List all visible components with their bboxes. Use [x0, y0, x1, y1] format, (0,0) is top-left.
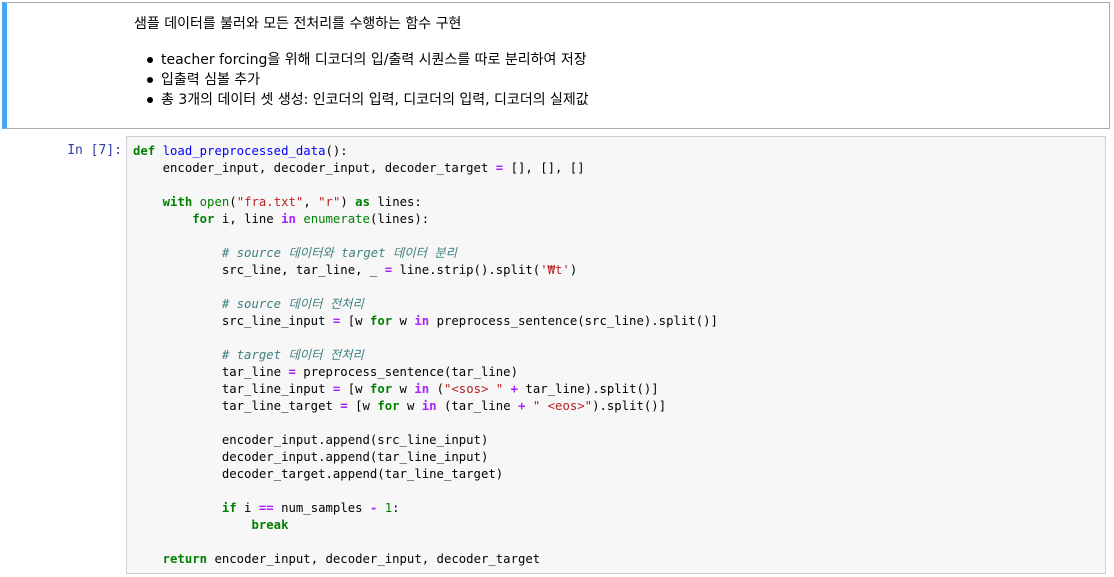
code-line: src_line_input = [w for w in preprocess_…	[133, 314, 718, 328]
list-item: 총 3개의 데이터 셋 생성: 인코더의 입력, 디코더의 입력, 디코더의 실…	[147, 90, 589, 110]
list-item-text: 총 3개의 데이터 셋 생성: 인코더의 입력, 디코더의 입력, 디코더의 실…	[161, 92, 589, 108]
code-cell-editor[interactable]: def load_preprocessed_data(): encoder_in…	[126, 136, 1106, 574]
code-line: # source 데이터와 target 데이터 분리	[221, 246, 457, 260]
code-line: break	[251, 518, 289, 532]
code-line: encoder_input, decoder_input, decoder_ta…	[133, 161, 585, 175]
bullet-icon	[147, 77, 153, 83]
bullet-icon	[147, 57, 153, 63]
input-prompt: In [7]:	[67, 143, 122, 158]
list-item-text: 입출력 심볼 추가	[161, 72, 261, 88]
code-line: if i == num_samples - 1:	[221, 501, 400, 515]
code-line: tar_line_target = [w for w in (tar_line …	[133, 399, 667, 413]
code-line: with open("fra.txt", "r") as lines:	[162, 195, 422, 209]
code-line: # target 데이터 전처리	[221, 348, 364, 362]
list-item-text: teacher forcing을 위해 디코더의 입/출력 시퀀스를 따로 분리…	[161, 52, 587, 68]
code-text[interactable]: def load_preprocessed_data(): encoder_in…	[133, 143, 718, 568]
bullet-icon	[147, 97, 153, 103]
markdown-title: 샘플 데이터를 불러와 모든 전처리를 수행하는 함수 구현	[134, 16, 462, 32]
markdown-cell[interactable]: 샘플 데이터를 불러와 모든 전처리를 수행하는 함수 구현 teacher f…	[2, 2, 1110, 129]
code-line: decoder_target.append(tar_line_target)	[133, 467, 504, 481]
code-line: src_line, tar_line, _ = line.strip().spl…	[133, 263, 578, 277]
markdown-bullet-list: teacher forcing을 위해 디코더의 입/출력 시퀀스를 따로 분리…	[134, 50, 589, 110]
code-line: tar_line = preprocess_sentence(tar_line)	[133, 365, 518, 379]
list-item: 입출력 심볼 추가	[147, 70, 589, 90]
code-line: tar_line_input = [w for w in ("<sos> " +…	[133, 382, 659, 396]
list-item: teacher forcing을 위해 디코더의 입/출력 시퀀스를 따로 분리…	[147, 50, 589, 70]
code-line: encoder_input.append(src_line_input)	[133, 433, 489, 447]
code-line: decoder_input.append(tar_line_input)	[133, 450, 489, 464]
markdown-content: 샘플 데이터를 불러와 모든 전처리를 수행하는 함수 구현 teacher f…	[134, 15, 589, 110]
code-line: def load_preprocessed_data():	[133, 144, 348, 158]
code-line: return encoder_input, decoder_input, dec…	[162, 552, 541, 566]
code-line: # source 데이터 전처리	[221, 297, 364, 311]
code-line: for i, line in enumerate(lines):	[192, 212, 430, 226]
